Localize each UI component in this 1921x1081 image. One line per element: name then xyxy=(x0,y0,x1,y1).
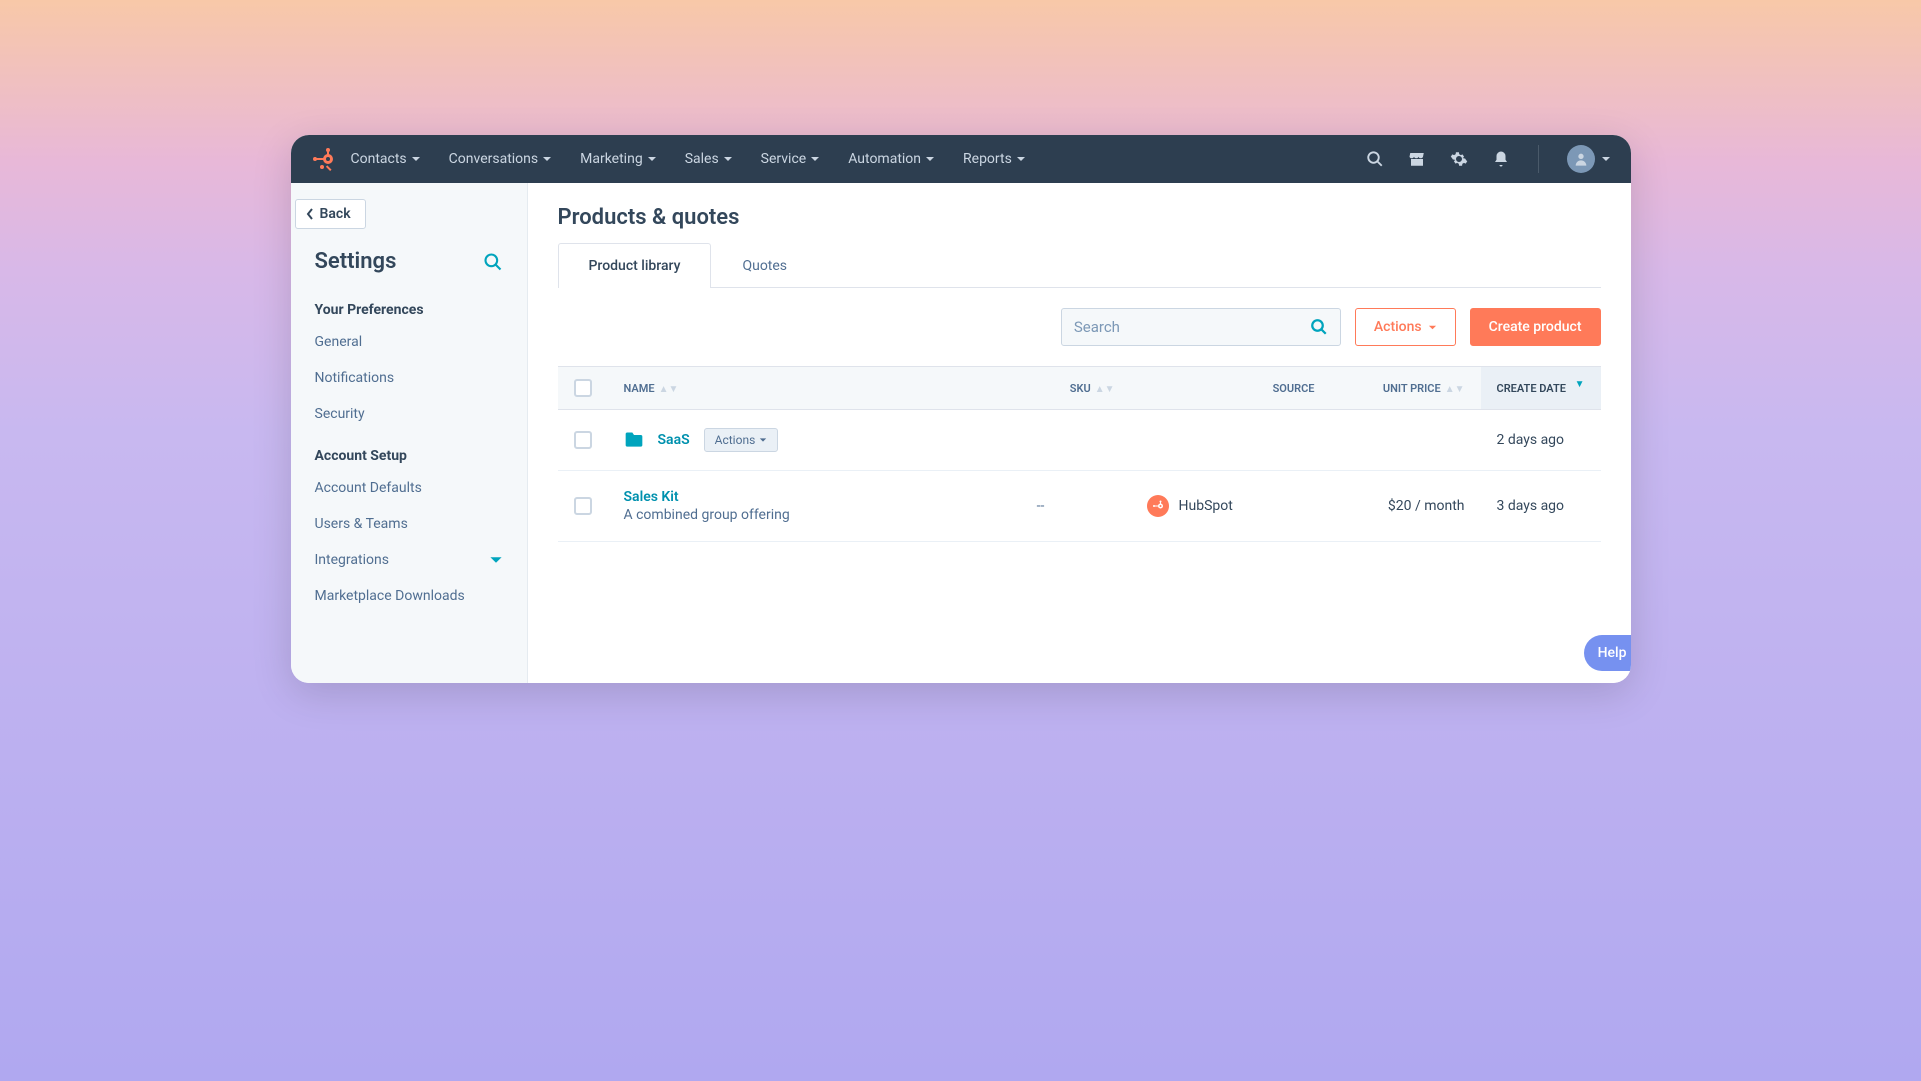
nav-reports[interactable]: Reports xyxy=(963,151,1026,167)
back-button[interactable]: Back xyxy=(295,199,366,229)
bell-icon[interactable] xyxy=(1492,150,1510,168)
folder-icon xyxy=(624,431,644,449)
main-content: Products & quotes Product library Quotes… xyxy=(528,183,1631,683)
sidebar-item-users-teams[interactable]: Users & Teams xyxy=(291,506,527,542)
nav-automation[interactable]: Automation xyxy=(848,151,935,167)
sidebar-item-notifications[interactable]: Notifications xyxy=(291,360,527,396)
cell-unit-price xyxy=(1331,410,1481,471)
actions-button[interactable]: Actions xyxy=(1355,308,1456,346)
gear-icon[interactable] xyxy=(1450,150,1468,168)
chevron-down-icon xyxy=(411,154,421,164)
marketplace-icon[interactable] xyxy=(1408,150,1426,168)
product-description: A combined group offering xyxy=(624,507,935,523)
search-input[interactable] xyxy=(1074,318,1310,336)
topbar: Contacts Conversations Marketing Sales S… xyxy=(291,135,1631,183)
caret-down-icon xyxy=(759,436,767,444)
search-icon xyxy=(1310,318,1328,336)
toolbar: Actions Create product xyxy=(558,308,1601,346)
chevron-down-icon xyxy=(723,154,733,164)
nav-items: Contacts Conversations Marketing Sales S… xyxy=(351,151,1026,167)
cell-source: HubSpot xyxy=(1131,471,1331,542)
chevron-down-icon xyxy=(1601,154,1611,164)
nav-service[interactable]: Service xyxy=(761,151,821,167)
app-window: Contacts Conversations Marketing Sales S… xyxy=(291,135,1631,683)
table-row: SaaS Actions 2 days ago xyxy=(558,410,1601,471)
sidebar-item-marketplace-downloads[interactable]: Marketplace Downloads xyxy=(291,578,527,614)
tab-product-library[interactable]: Product library xyxy=(558,243,712,288)
tabs: Product library Quotes xyxy=(558,242,1601,288)
col-sku[interactable]: SKU▲▼ xyxy=(951,367,1131,410)
page-title: Products & quotes xyxy=(558,205,1601,230)
hubspot-logo-icon xyxy=(311,147,335,171)
account-menu[interactable] xyxy=(1567,145,1611,173)
product-link[interactable]: Sales Kit xyxy=(624,489,935,505)
chevron-down-icon xyxy=(925,154,935,164)
nav-contacts[interactable]: Contacts xyxy=(351,151,421,167)
sidebar-section-preferences: Your Preferences xyxy=(291,286,527,324)
topbar-right xyxy=(1366,145,1611,173)
search-box[interactable] xyxy=(1061,308,1341,346)
cell-sku: -- xyxy=(951,471,1131,542)
sidebar-item-account-defaults[interactable]: Account Defaults xyxy=(291,470,527,506)
cell-create-date: 2 days ago xyxy=(1481,410,1601,471)
sidebar: Back Settings Your Preferences General N… xyxy=(291,183,528,683)
select-row-checkbox[interactable] xyxy=(574,497,592,515)
nav-conversations[interactable]: Conversations xyxy=(449,151,552,167)
folder-link[interactable]: SaaS xyxy=(658,432,690,448)
sidebar-item-integrations[interactable]: Integrations xyxy=(291,542,527,578)
table-row: Sales Kit A combined group offering -- H… xyxy=(558,471,1601,542)
chevron-down-icon xyxy=(489,553,503,567)
body: Back Settings Your Preferences General N… xyxy=(291,183,1631,683)
col-unit-price[interactable]: UNIT PRICE▲▼ xyxy=(1331,367,1481,410)
row-actions-button[interactable]: Actions xyxy=(704,428,779,452)
caret-down-icon xyxy=(1428,323,1437,332)
divider xyxy=(1538,145,1539,173)
col-name[interactable]: NAME▲▼ xyxy=(608,367,951,410)
sidebar-title: Settings xyxy=(315,249,397,274)
nav-sales[interactable]: Sales xyxy=(685,151,733,167)
chevron-down-icon xyxy=(542,154,552,164)
person-icon xyxy=(1573,151,1589,167)
nav-marketing[interactable]: Marketing xyxy=(580,151,657,167)
product-table: NAME▲▼ SKU▲▼ SOURCE UNIT PRICE▲▼ CREATE … xyxy=(558,366,1601,542)
sidebar-section-account: Account Setup xyxy=(291,432,527,470)
select-all-checkbox[interactable] xyxy=(574,379,592,397)
chevron-down-icon xyxy=(810,154,820,164)
create-product-button[interactable]: Create product xyxy=(1470,308,1601,346)
cell-sku xyxy=(951,410,1131,471)
tab-quotes[interactable]: Quotes xyxy=(711,243,818,288)
chevron-down-icon xyxy=(647,154,657,164)
sidebar-item-general[interactable]: General xyxy=(291,324,527,360)
hubspot-icon xyxy=(1147,495,1169,517)
help-button[interactable]: Help xyxy=(1584,635,1631,671)
avatar xyxy=(1567,145,1595,173)
select-row-checkbox[interactable] xyxy=(574,431,592,449)
cell-unit-price: $20 / month xyxy=(1331,471,1481,542)
chevron-left-icon xyxy=(306,208,314,220)
sidebar-item-security[interactable]: Security xyxy=(291,396,527,432)
col-source[interactable]: SOURCE xyxy=(1131,367,1331,410)
col-create-date[interactable]: CREATE DATE▼ xyxy=(1481,367,1601,410)
search-icon[interactable] xyxy=(1366,150,1384,168)
cell-create-date: 3 days ago xyxy=(1481,471,1601,542)
cell-source xyxy=(1131,410,1331,471)
chevron-down-icon xyxy=(1016,154,1026,164)
search-icon[interactable] xyxy=(483,252,503,272)
